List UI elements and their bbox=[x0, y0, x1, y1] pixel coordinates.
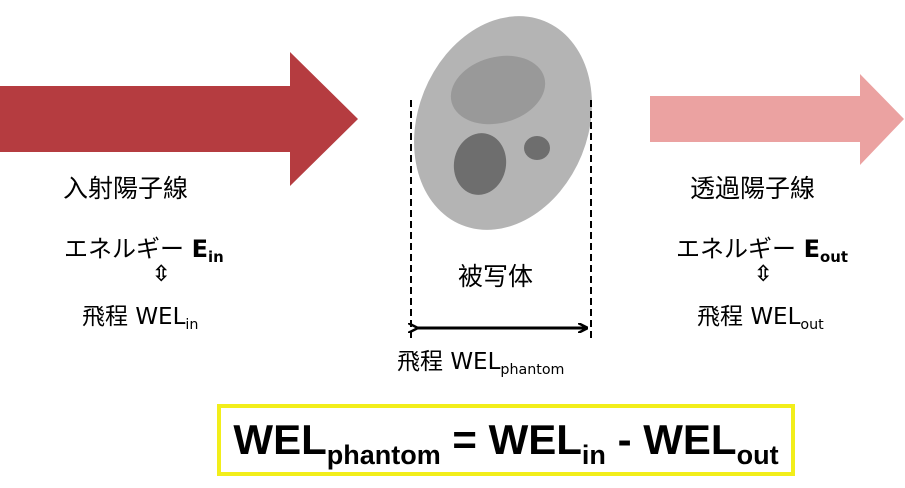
formula-lhs-sub: phantom bbox=[326, 440, 441, 470]
formula-term1-sub: in bbox=[581, 440, 606, 470]
outgoing-wel-symbol: WEL bbox=[750, 304, 801, 330]
formula-box: WELphantom = WELin - WELout bbox=[217, 404, 795, 476]
incoming-wel-symbol: WEL bbox=[135, 304, 186, 330]
incoming-energy-sub: in bbox=[208, 248, 224, 267]
formula-minus: - bbox=[617, 416, 632, 463]
formula-lhs: WEL bbox=[233, 416, 327, 463]
formula-term2: WEL bbox=[643, 416, 737, 463]
phantom-wel-symbol: WEL bbox=[450, 349, 501, 375]
incoming-beam-label: 入射陽子線 bbox=[63, 174, 189, 203]
phantom-object bbox=[414, 16, 592, 230]
formula: WELphantom = WELin - WELout bbox=[221, 416, 791, 471]
outgoing-wel-sub: out bbox=[800, 316, 824, 333]
outgoing-beam-arrow bbox=[650, 74, 904, 165]
incoming-equivalence-icon: ⇳ bbox=[152, 262, 171, 287]
phantom-range: 飛程 WELphantom bbox=[397, 342, 564, 378]
incoming-wel-sub: in bbox=[185, 316, 199, 333]
outgoing-equivalence-icon: ⇳ bbox=[754, 262, 773, 287]
outgoing-range: 飛程 WELout bbox=[697, 297, 824, 333]
outgoing-beam-label: 透過陽子線 bbox=[690, 174, 816, 203]
outgoing-energy-label: エネルギー bbox=[676, 235, 796, 263]
outgoing-energy-symbol: E bbox=[803, 235, 821, 263]
incoming-range: 飛程 WELin bbox=[82, 297, 198, 333]
formula-equals: = bbox=[452, 416, 477, 463]
incoming-range-label: 飛程 bbox=[82, 304, 128, 330]
outgoing-energy: エネルギー Eout bbox=[676, 229, 848, 266]
formula-term2-sub: out bbox=[736, 440, 779, 470]
phantom-body bbox=[414, 16, 592, 230]
incoming-energy-label: エネルギー bbox=[64, 235, 184, 263]
phantom-range-label: 飛程 bbox=[397, 349, 443, 375]
phantom-label: 被写体 bbox=[458, 262, 534, 291]
formula-term1: WEL bbox=[488, 416, 582, 463]
phantom-insert-small bbox=[524, 136, 550, 160]
phantom-wel-sub: phantom bbox=[500, 361, 565, 378]
outgoing-energy-sub: out bbox=[820, 248, 848, 267]
incoming-beam-arrow bbox=[0, 52, 358, 186]
incoming-energy-symbol: E bbox=[191, 235, 209, 263]
incoming-energy: エネルギー Ein bbox=[64, 229, 224, 266]
outgoing-range-label: 飛程 bbox=[697, 304, 743, 330]
